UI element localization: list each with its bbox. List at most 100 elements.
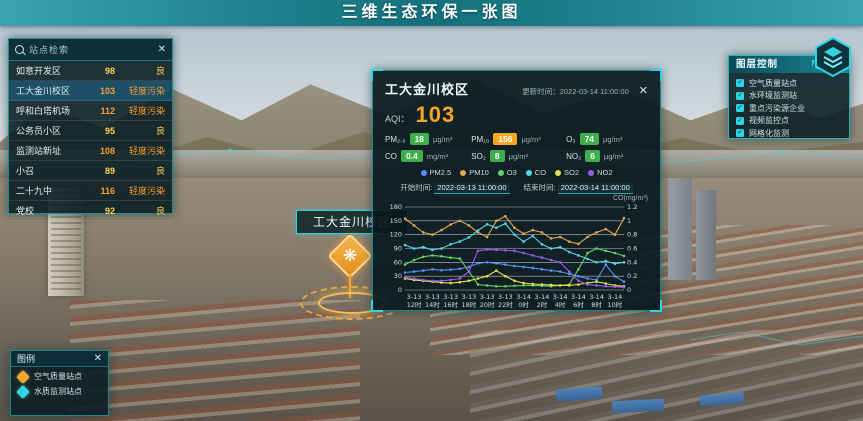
chart-legend-item[interactable]: CO [526, 168, 546, 177]
checkbox-checked-icon[interactable]: ✓ [736, 117, 744, 125]
station-aqi-value: 112 [91, 106, 115, 116]
svg-text:150: 150 [390, 217, 402, 225]
close-icon[interactable]: ✕ [158, 44, 166, 55]
station-name: 如意开发区 [16, 64, 91, 77]
pollutant-cell: PM₁₀ 156 μg/m³ [471, 133, 566, 145]
aqi-value: 103 [416, 102, 456, 128]
legend-dot [421, 170, 427, 176]
chart-legend-item[interactable]: PM10 [460, 168, 489, 177]
legend-item-label: 空气质量站点 [34, 371, 82, 382]
layer-label: 网格化监测 [749, 128, 789, 139]
corner-accent [371, 300, 383, 312]
legend-dot [555, 170, 561, 176]
station-aqi-value: 95 [91, 126, 115, 136]
station-aqi-value: 89 [91, 166, 115, 176]
pollutant-cell: O₃ 74 μg/m³ [566, 133, 648, 145]
time-range-row: 开始时间: 2022-03-13 11:00:00 结束时间: 2022-03-… [385, 182, 648, 193]
station-aqi-status: 良 [115, 164, 165, 177]
station-row[interactable]: 呼和白塔机场 112 轻度污染 [9, 101, 172, 121]
start-time-label: 开始时间: [400, 183, 432, 192]
svg-text:3-144时: 3-144时 [553, 293, 568, 309]
svg-text:30: 30 [394, 272, 402, 280]
station-aqi-value: 108 [91, 146, 115, 156]
popup-title: 工大金川校区 [385, 79, 469, 98]
checkbox-checked-icon[interactable]: ✓ [736, 104, 744, 112]
chart-legend-item[interactable]: SO2 [555, 168, 579, 177]
pollutant-name: PM₂.₅ [385, 135, 406, 144]
svg-text:3-1318时: 3-1318时 [462, 293, 477, 309]
station-aqi-status: 良 [115, 64, 165, 77]
close-icon[interactable]: ✕ [94, 353, 102, 364]
svg-text:0.4: 0.4 [627, 258, 637, 266]
station-name: 二十九中 [16, 184, 91, 197]
layer-label: 视频监控点 [749, 115, 789, 126]
station-aqi-status: 轻度污染 [115, 104, 165, 117]
end-time-input[interactable]: 2022-03-14 11:00:00 [558, 183, 633, 194]
legend-item: 空气质量站点 [11, 367, 108, 382]
svg-text:60: 60 [394, 258, 402, 266]
layer-checkbox-row[interactable]: ✓ 重点污染源企业 [729, 102, 849, 115]
pollutant-grid: PM₂.₅ 18 μg/m³PM₁₀ 156 μg/m³O₃ 74 μg/m³C… [385, 133, 648, 162]
station-row[interactable]: 监测站新址 108 轻度污染 [9, 141, 172, 161]
station-aqi-value: 98 [91, 66, 115, 76]
station-row[interactable]: 公务员小区 95 良 [9, 121, 172, 141]
station-aqi-value: 103 [91, 86, 115, 96]
close-icon[interactable]: ✕ [639, 84, 648, 97]
station-row[interactable]: 如意开发区 98 良 [9, 61, 172, 81]
legend-label: NO2 [597, 168, 612, 177]
svg-text:3-1410时: 3-1410时 [608, 293, 623, 309]
pollutant-unit: μg/m³ [509, 152, 528, 161]
pollutant-value-badge: 18 [410, 133, 429, 145]
pollutant-value-badge: 6 [585, 150, 600, 162]
pollutant-name: CO [385, 152, 397, 161]
station-row[interactable]: 工大金川校区 103 轻度污染 [9, 81, 172, 101]
station-name: 党校 [16, 204, 91, 217]
layer-checkbox-row[interactable]: ✓ 网格化监测 [729, 127, 849, 140]
layer-checkbox-row[interactable]: ✓ 水环境监测站 [729, 90, 849, 103]
station-name: 工大金川校区 [16, 84, 91, 97]
pollutant-unit: μg/m³ [521, 135, 540, 144]
station-name: 监测站新址 [16, 144, 91, 157]
checkbox-checked-icon[interactable]: ✓ [736, 129, 744, 137]
station-name: 呼和白塔机场 [16, 104, 91, 117]
legend-list: 空气质量站点 水质监测站点 [11, 367, 108, 397]
map-legend-panel: 图例 ✕ 空气质量站点 水质监测站点 [10, 350, 109, 416]
top-banner: 三维生态环保一张图 [0, 0, 863, 26]
start-time-input[interactable]: 2022-03-13 11:00:00 [434, 183, 509, 194]
svg-text:3-146时: 3-146时 [571, 293, 586, 309]
station-aqi-status: 轻度污染 [115, 84, 165, 97]
legend-dot [498, 170, 504, 176]
station-row[interactable]: 党校 92 良 [9, 201, 172, 221]
station-row[interactable]: 小召 89 良 [9, 161, 172, 181]
svg-text:3-1312时: 3-1312时 [407, 293, 422, 309]
checkbox-checked-icon[interactable]: ✓ [736, 79, 744, 87]
station-row[interactable]: 二十九中 116 轻度污染 [9, 181, 172, 201]
corner-accent [650, 69, 662, 81]
legend-item: 水质监测站点 [11, 382, 108, 397]
station-aqi-status: 轻度污染 [115, 144, 165, 157]
search-input[interactable]: 站点检索 [29, 43, 158, 56]
legend-label: PM2.5 [430, 168, 452, 177]
corner-accent [650, 300, 662, 312]
highrise-tower [696, 190, 716, 280]
svg-text:3-1314时: 3-1314时 [425, 293, 440, 309]
svg-text:3-148时: 3-148时 [589, 293, 604, 309]
layer-checkbox-row[interactable]: ✓ 视频监控点 [729, 115, 849, 128]
checkbox-checked-icon[interactable]: ✓ [736, 92, 744, 100]
chart-legend-item[interactable]: PM2.5 [421, 168, 452, 177]
svg-text:3-1316时: 3-1316时 [443, 293, 458, 309]
pollutant-value-badge: 8 [490, 150, 505, 162]
chart-legend-item[interactable]: NO2 [588, 168, 612, 177]
pollutant-unit: mg/m³ [427, 152, 448, 161]
chart-legend-item[interactable]: O3 [498, 168, 517, 177]
layers-hexagon-button[interactable] [812, 36, 854, 78]
svg-text:3-1320时: 3-1320时 [480, 293, 495, 309]
station-aqi-status: 良 [115, 204, 165, 217]
station-aqi-value: 92 [91, 206, 115, 216]
building-blocks-west [70, 300, 360, 421]
legend-label: SO2 [564, 168, 579, 177]
layer-checkbox-row[interactable]: ✓ 空气质量站点 [729, 77, 849, 90]
station-aqi-status: 良 [115, 124, 165, 137]
svg-text:0.8: 0.8 [627, 231, 637, 239]
svg-text:0.6: 0.6 [627, 245, 637, 253]
